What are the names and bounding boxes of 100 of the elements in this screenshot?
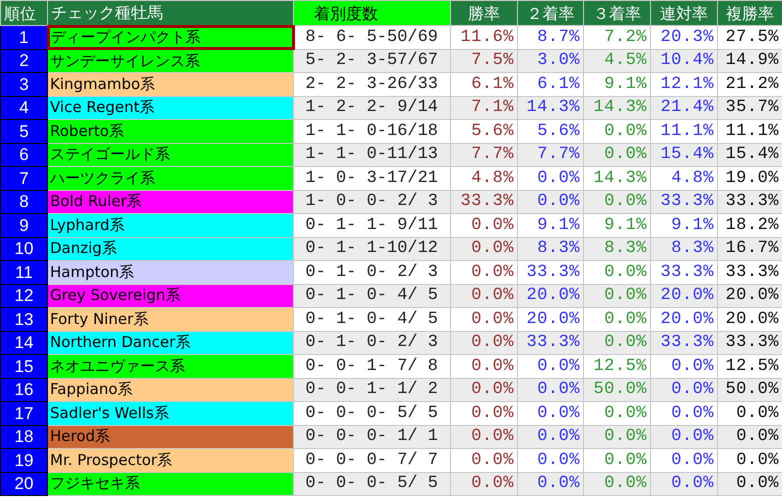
table-cell: 0.0% [584, 284, 650, 308]
column-header: ３着率 [584, 0, 650, 26]
table-cell: 4.8% [450, 166, 518, 190]
sire-line-cell[interactable]: Bold Ruler系 [48, 190, 294, 214]
table-cell: 0.0% [450, 354, 518, 378]
sire-line-cell[interactable]: ネオユニヴァース系 [48, 354, 294, 378]
table-cell: 0.0% [650, 425, 718, 448]
column-header: 勝率 [450, 0, 518, 26]
table-cell: 0.0% [450, 237, 518, 260]
rank-cell: 13 [0, 308, 48, 331]
table-cell: 7.5% [450, 49, 518, 72]
rank-cell: 18 [0, 425, 48, 448]
table-cell: 4.5% [584, 49, 650, 72]
column-header: チェック種牡馬 [48, 0, 294, 26]
rank-cell: 1 [0, 26, 48, 49]
table-cell: 0.0% [450, 284, 518, 308]
table-cell: 0.0% [518, 166, 584, 190]
table-cell: 6.1% [518, 72, 584, 96]
table-cell: 0- 1- 0- 2/ 3 [294, 331, 450, 354]
table-cell: 5.6% [450, 120, 518, 143]
sire-line-cell[interactable]: Grey Sovereign系 [48, 284, 294, 308]
table-cell: 14.3% [584, 166, 650, 190]
sire-line-cell[interactable]: Kingmambo系 [48, 72, 294, 96]
column-header: ２着率 [518, 0, 584, 26]
table-cell: 7.1% [450, 96, 518, 120]
sire-line-cell[interactable]: Vice Regent系 [48, 96, 294, 120]
rank-cell: 6 [0, 143, 48, 166]
sire-line-cell[interactable]: Fappiano系 [48, 378, 294, 402]
table-cell: 0- 0- 0- 5/ 5 [294, 402, 450, 425]
table-cell: 0.0% [650, 472, 718, 496]
table-cell: 0.0% [584, 425, 650, 448]
rank-cell: 3 [0, 72, 48, 96]
column-header: 順位 [0, 0, 48, 26]
rank-cell: 10 [0, 237, 48, 260]
table-cell: 0.0% [584, 448, 650, 472]
table-cell: 7.7% [518, 143, 584, 166]
column-header: 複勝率 [718, 0, 782, 26]
table-cell: 7.7% [450, 143, 518, 166]
sire-line-cell[interactable]: ステイゴールド系 [48, 143, 294, 166]
table-cell: 0.0% [584, 472, 650, 496]
table-cell: 0.0% [650, 448, 718, 472]
table-cell: 0.0% [584, 402, 650, 425]
table-cell: 33.3% [450, 190, 518, 214]
table-cell: 8.3% [584, 237, 650, 260]
table-cell: 50.0% [584, 378, 650, 402]
table-cell: 9.1% [584, 214, 650, 237]
table-cell: 0.0% [650, 354, 718, 378]
table-cell: 21.4% [650, 96, 718, 120]
table-cell: 14.9% [718, 49, 782, 72]
table-cell: 7.2% [584, 26, 650, 49]
sire-line-cell[interactable]: サンデーサイレンス系 [48, 49, 294, 72]
rank-cell: 15 [0, 354, 48, 378]
table-cell: 20.0% [518, 308, 584, 331]
table-cell: 5.6% [518, 120, 584, 143]
table-cell: 0.0% [450, 308, 518, 331]
sire-line-cell[interactable]: Sadler's Wells系 [48, 402, 294, 425]
table-cell: 0.0% [450, 331, 518, 354]
table-cell: 1- 2- 2- 9/14 [294, 96, 450, 120]
table-cell: 0.0% [584, 308, 650, 331]
sire-line-cell[interactable]: Herod系 [48, 425, 294, 448]
sire-line-cell[interactable]: Danzig系 [48, 237, 294, 260]
table-cell: 8- 6- 5-50/69 [294, 26, 450, 49]
table-cell: 9.1% [650, 214, 718, 237]
sire-line-cell[interactable]: Lyphard系 [48, 214, 294, 237]
sire-line-cell[interactable]: Northern Dancer系 [48, 331, 294, 354]
table-cell: 0.0% [518, 448, 584, 472]
table-cell: 20.0% [650, 284, 718, 308]
table-cell: 33.3% [650, 260, 718, 284]
table-cell: 15.4% [718, 143, 782, 166]
table-cell: 0.0% [650, 378, 718, 402]
sire-line-cell[interactable]: Hampton系 [48, 260, 294, 284]
sire-line-cell[interactable]: ハーツクライ系 [48, 166, 294, 190]
table-cell: 20.0% [650, 308, 718, 331]
table-cell: 0.0% [518, 425, 584, 448]
table-cell: 6.1% [450, 72, 518, 96]
table-cell: 9.1% [518, 214, 584, 237]
table-cell: 0- 0- 0- 1/ 1 [294, 425, 450, 448]
table-cell: 1- 1- 0-11/13 [294, 143, 450, 166]
table-cell: 14.3% [584, 96, 650, 120]
table-cell: 14.3% [518, 96, 584, 120]
table-cell: 33.3% [518, 260, 584, 284]
rank-cell: 5 [0, 120, 48, 143]
table-cell: 4.8% [650, 166, 718, 190]
table-cell: 15.4% [650, 143, 718, 166]
column-header: 連対率 [650, 0, 718, 26]
sire-line-cell[interactable]: フジキセキ系 [48, 472, 294, 496]
table-cell: 0- 0- 0- 7/ 7 [294, 448, 450, 472]
sire-line-cell[interactable]: ディープインパクト系 [48, 26, 294, 49]
sire-line-cell[interactable]: Forty Niner系 [48, 308, 294, 331]
table-cell: 0.0% [518, 402, 584, 425]
table-cell: 0.0% [584, 260, 650, 284]
table-cell: 0.0% [450, 448, 518, 472]
table-cell: 0.0% [518, 378, 584, 402]
table-cell: 0.0% [584, 190, 650, 214]
sire-line-cell[interactable]: Mr. Prospector系 [48, 448, 294, 472]
table-cell: 0- 1- 0- 4/ 5 [294, 308, 450, 331]
rank-cell: 9 [0, 214, 48, 237]
table-cell: 0.0% [650, 402, 718, 425]
sire-line-cell[interactable]: Roberto系 [48, 120, 294, 143]
table-cell: 0.0% [718, 425, 782, 448]
